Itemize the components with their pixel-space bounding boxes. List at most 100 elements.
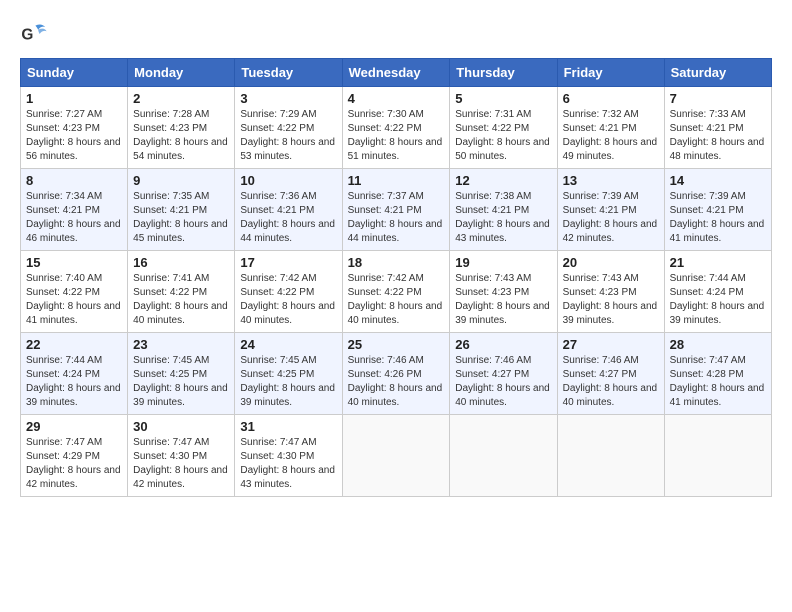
day-info: Sunrise: 7:32 AM Sunset: 4:21 PM Dayligh…	[563, 108, 659, 164]
weekday-header-monday: Monday	[128, 59, 235, 87]
weekday-header-thursday: Thursday	[450, 59, 557, 87]
day-info: Sunrise: 7:38 AM Sunset: 4:21 PM Dayligh…	[455, 190, 551, 246]
day-info: Sunrise: 7:28 AM Sunset: 4:23 PM Dayligh…	[133, 108, 229, 164]
calendar-cell: 25 Sunrise: 7:46 AM Sunset: 4:26 PM Dayl…	[342, 333, 450, 415]
calendar-cell: 5 Sunrise: 7:31 AM Sunset: 4:22 PM Dayli…	[450, 87, 557, 169]
day-number: 19	[455, 255, 551, 270]
day-info: Sunrise: 7:47 AM Sunset: 4:29 PM Dayligh…	[26, 436, 122, 492]
day-info: Sunrise: 7:46 AM Sunset: 4:26 PM Dayligh…	[348, 354, 445, 410]
day-number: 12	[455, 173, 551, 188]
day-info: Sunrise: 7:34 AM Sunset: 4:21 PM Dayligh…	[26, 190, 122, 246]
calendar-cell: 6 Sunrise: 7:32 AM Sunset: 4:21 PM Dayli…	[557, 87, 664, 169]
weekday-header-friday: Friday	[557, 59, 664, 87]
day-info: Sunrise: 7:33 AM Sunset: 4:21 PM Dayligh…	[670, 108, 766, 164]
weekday-header-wednesday: Wednesday	[342, 59, 450, 87]
day-number: 28	[670, 337, 766, 352]
day-info: Sunrise: 7:36 AM Sunset: 4:21 PM Dayligh…	[240, 190, 336, 246]
day-info: Sunrise: 7:39 AM Sunset: 4:21 PM Dayligh…	[563, 190, 659, 246]
svg-text:G: G	[21, 27, 33, 44]
day-info: Sunrise: 7:31 AM Sunset: 4:22 PM Dayligh…	[455, 108, 551, 164]
day-number: 3	[240, 91, 336, 106]
calendar-cell: 23 Sunrise: 7:45 AM Sunset: 4:25 PM Dayl…	[128, 333, 235, 415]
calendar-week-row: 29 Sunrise: 7:47 AM Sunset: 4:29 PM Dayl…	[21, 415, 772, 497]
header: G	[20, 20, 772, 48]
day-number: 10	[240, 173, 336, 188]
calendar-cell: 14 Sunrise: 7:39 AM Sunset: 4:21 PM Dayl…	[664, 169, 771, 251]
day-number: 25	[348, 337, 445, 352]
calendar-cell: 8 Sunrise: 7:34 AM Sunset: 4:21 PM Dayli…	[21, 169, 128, 251]
calendar-week-row: 22 Sunrise: 7:44 AM Sunset: 4:24 PM Dayl…	[21, 333, 772, 415]
day-info: Sunrise: 7:44 AM Sunset: 4:24 PM Dayligh…	[26, 354, 122, 410]
day-number: 27	[563, 337, 659, 352]
day-info: Sunrise: 7:43 AM Sunset: 4:23 PM Dayligh…	[455, 272, 551, 328]
day-number: 4	[348, 91, 445, 106]
day-number: 5	[455, 91, 551, 106]
day-number: 16	[133, 255, 229, 270]
day-number: 14	[670, 173, 766, 188]
day-number: 11	[348, 173, 445, 188]
day-info: Sunrise: 7:42 AM Sunset: 4:22 PM Dayligh…	[348, 272, 445, 328]
calendar-cell: 20 Sunrise: 7:43 AM Sunset: 4:23 PM Dayl…	[557, 251, 664, 333]
weekday-header-row: SundayMondayTuesdayWednesdayThursdayFrid…	[21, 59, 772, 87]
day-info: Sunrise: 7:46 AM Sunset: 4:27 PM Dayligh…	[455, 354, 551, 410]
day-info: Sunrise: 7:35 AM Sunset: 4:21 PM Dayligh…	[133, 190, 229, 246]
calendar-cell	[557, 415, 664, 497]
calendar-cell: 21 Sunrise: 7:44 AM Sunset: 4:24 PM Dayl…	[664, 251, 771, 333]
day-number: 13	[563, 173, 659, 188]
calendar-cell: 11 Sunrise: 7:37 AM Sunset: 4:21 PM Dayl…	[342, 169, 450, 251]
day-info: Sunrise: 7:37 AM Sunset: 4:21 PM Dayligh…	[348, 190, 445, 246]
calendar-cell: 27 Sunrise: 7:46 AM Sunset: 4:27 PM Dayl…	[557, 333, 664, 415]
day-number: 8	[26, 173, 122, 188]
day-number: 31	[240, 419, 336, 434]
day-info: Sunrise: 7:45 AM Sunset: 4:25 PM Dayligh…	[240, 354, 336, 410]
day-number: 9	[133, 173, 229, 188]
day-number: 23	[133, 337, 229, 352]
calendar-cell: 17 Sunrise: 7:42 AM Sunset: 4:22 PM Dayl…	[235, 251, 342, 333]
day-number: 17	[240, 255, 336, 270]
calendar-cell: 15 Sunrise: 7:40 AM Sunset: 4:22 PM Dayl…	[21, 251, 128, 333]
day-number: 18	[348, 255, 445, 270]
day-number: 26	[455, 337, 551, 352]
calendar-cell: 29 Sunrise: 7:47 AM Sunset: 4:29 PM Dayl…	[21, 415, 128, 497]
calendar-cell: 19 Sunrise: 7:43 AM Sunset: 4:23 PM Dayl…	[450, 251, 557, 333]
day-number: 6	[563, 91, 659, 106]
day-info: Sunrise: 7:46 AM Sunset: 4:27 PM Dayligh…	[563, 354, 659, 410]
weekday-header-saturday: Saturday	[664, 59, 771, 87]
calendar-cell: 16 Sunrise: 7:41 AM Sunset: 4:22 PM Dayl…	[128, 251, 235, 333]
calendar-cell: 7 Sunrise: 7:33 AM Sunset: 4:21 PM Dayli…	[664, 87, 771, 169]
day-info: Sunrise: 7:45 AM Sunset: 4:25 PM Dayligh…	[133, 354, 229, 410]
page-container: G SundayMondayTuesdayWednesdayThursdayFr…	[20, 20, 772, 497]
day-info: Sunrise: 7:44 AM Sunset: 4:24 PM Dayligh…	[670, 272, 766, 328]
calendar-cell: 18 Sunrise: 7:42 AM Sunset: 4:22 PM Dayl…	[342, 251, 450, 333]
calendar-cell: 26 Sunrise: 7:46 AM Sunset: 4:27 PM Dayl…	[450, 333, 557, 415]
calendar-week-row: 8 Sunrise: 7:34 AM Sunset: 4:21 PM Dayli…	[21, 169, 772, 251]
calendar-cell: 9 Sunrise: 7:35 AM Sunset: 4:21 PM Dayli…	[128, 169, 235, 251]
weekday-header-tuesday: Tuesday	[235, 59, 342, 87]
calendar-table: SundayMondayTuesdayWednesdayThursdayFrid…	[20, 58, 772, 497]
calendar-cell	[450, 415, 557, 497]
day-info: Sunrise: 7:29 AM Sunset: 4:22 PM Dayligh…	[240, 108, 336, 164]
calendar-cell: 13 Sunrise: 7:39 AM Sunset: 4:21 PM Dayl…	[557, 169, 664, 251]
day-number: 21	[670, 255, 766, 270]
calendar-cell: 4 Sunrise: 7:30 AM Sunset: 4:22 PM Dayli…	[342, 87, 450, 169]
calendar-cell: 3 Sunrise: 7:29 AM Sunset: 4:22 PM Dayli…	[235, 87, 342, 169]
day-info: Sunrise: 7:30 AM Sunset: 4:22 PM Dayligh…	[348, 108, 445, 164]
day-number: 7	[670, 91, 766, 106]
calendar-cell: 28 Sunrise: 7:47 AM Sunset: 4:28 PM Dayl…	[664, 333, 771, 415]
day-info: Sunrise: 7:47 AM Sunset: 4:30 PM Dayligh…	[133, 436, 229, 492]
calendar-cell: 31 Sunrise: 7:47 AM Sunset: 4:30 PM Dayl…	[235, 415, 342, 497]
logo-icon: G	[20, 20, 48, 48]
calendar-cell: 2 Sunrise: 7:28 AM Sunset: 4:23 PM Dayli…	[128, 87, 235, 169]
day-info: Sunrise: 7:47 AM Sunset: 4:30 PM Dayligh…	[240, 436, 336, 492]
day-number: 15	[26, 255, 122, 270]
calendar-cell: 1 Sunrise: 7:27 AM Sunset: 4:23 PM Dayli…	[21, 87, 128, 169]
day-number: 1	[26, 91, 122, 106]
day-number: 22	[26, 337, 122, 352]
day-info: Sunrise: 7:43 AM Sunset: 4:23 PM Dayligh…	[563, 272, 659, 328]
calendar-cell: 24 Sunrise: 7:45 AM Sunset: 4:25 PM Dayl…	[235, 333, 342, 415]
day-number: 29	[26, 419, 122, 434]
day-info: Sunrise: 7:41 AM Sunset: 4:22 PM Dayligh…	[133, 272, 229, 328]
logo: G	[20, 20, 52, 48]
calendar-cell: 12 Sunrise: 7:38 AM Sunset: 4:21 PM Dayl…	[450, 169, 557, 251]
day-number: 24	[240, 337, 336, 352]
